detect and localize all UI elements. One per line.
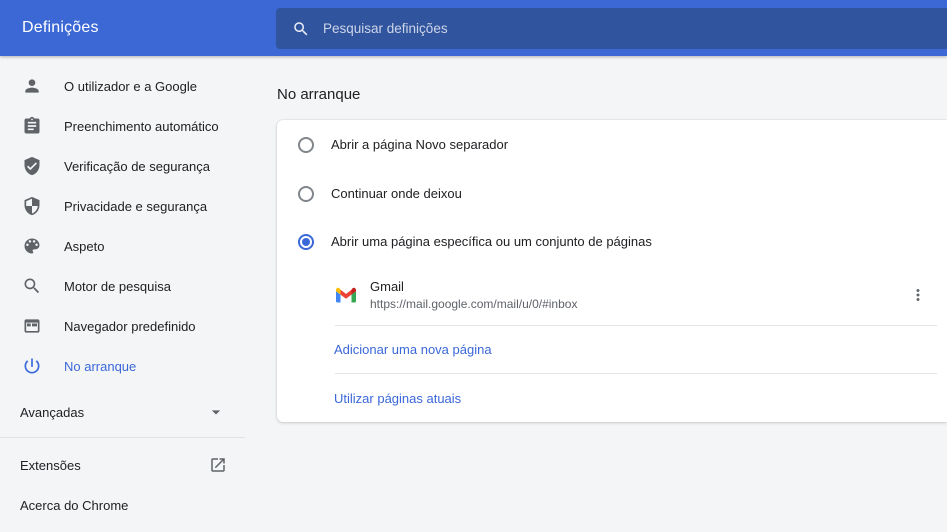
startup-option-new-tab[interactable]: Abrir a página Novo separador bbox=[277, 120, 947, 169]
sidebar-item-label: No arranque bbox=[64, 359, 136, 374]
sidebar-item-label: Navegador predefinido bbox=[64, 319, 196, 334]
settings-content: No arranque Abrir a página Novo separado… bbox=[245, 56, 947, 532]
radio-button-selected[interactable] bbox=[298, 234, 314, 250]
person-icon bbox=[22, 76, 42, 96]
external-link-icon bbox=[209, 456, 227, 474]
sidebar-item-extensions[interactable]: Extensões bbox=[0, 445, 245, 485]
browser-icon bbox=[22, 316, 42, 336]
sidebar-item-label: Motor de pesquisa bbox=[64, 279, 171, 294]
gmail-icon bbox=[336, 285, 356, 305]
sidebar-item-label: O utilizador e a Google bbox=[64, 79, 197, 94]
radio-button[interactable] bbox=[298, 186, 314, 202]
sidebar-item-privacy[interactable]: Privacidade e segurança bbox=[0, 186, 245, 226]
settings-search[interactable] bbox=[276, 8, 947, 49]
sidebar-item-about-chrome[interactable]: Acerca do Chrome bbox=[0, 485, 245, 525]
radio-label: Abrir a página Novo separador bbox=[331, 137, 508, 152]
shield-check-icon bbox=[22, 156, 42, 176]
sidebar-about-label: Acerca do Chrome bbox=[20, 498, 128, 513]
startup-page-url: https://mail.google.com/mail/u/0/#inbox bbox=[370, 297, 906, 311]
more-vert-icon bbox=[909, 286, 927, 304]
settings-sidebar: O utilizador e a Google Preenchimento au… bbox=[0, 56, 245, 532]
on-startup-card: Abrir a página Novo separador Continuar … bbox=[277, 120, 947, 422]
sidebar-item-search-engine[interactable]: Motor de pesquisa bbox=[0, 266, 245, 306]
palette-icon bbox=[22, 236, 42, 256]
sidebar-item-label: Verificação de segurança bbox=[64, 159, 210, 174]
radio-button[interactable] bbox=[298, 137, 314, 153]
startup-page-name: Gmail bbox=[370, 279, 906, 294]
clipboard-icon bbox=[22, 116, 42, 136]
startup-page-row[interactable]: Gmail https://mail.google.com/mail/u/0/#… bbox=[277, 265, 947, 325]
sidebar-item-label: Preenchimento automático bbox=[64, 119, 219, 134]
sidebar-item-label: Aspeto bbox=[64, 239, 104, 254]
radio-label: Continuar onde deixou bbox=[331, 186, 462, 201]
settings-layout: O utilizador e a Google Preenchimento au… bbox=[0, 56, 947, 532]
section-title: No arranque bbox=[277, 86, 947, 104]
startup-page-info: Gmail https://mail.google.com/mail/u/0/#… bbox=[370, 279, 906, 311]
power-icon bbox=[22, 356, 42, 376]
sidebar-divider bbox=[0, 437, 245, 438]
settings-header: Definições bbox=[0, 0, 947, 56]
startup-option-continue[interactable]: Continuar onde deixou bbox=[277, 169, 947, 218]
sidebar-item-on-startup[interactable]: No arranque bbox=[0, 346, 245, 386]
sidebar-item-default-browser[interactable]: Navegador predefinido bbox=[0, 306, 245, 346]
chevron-down-icon bbox=[206, 402, 226, 422]
sidebar-advanced-toggle[interactable]: Avançadas bbox=[0, 392, 245, 432]
sidebar-item-appearance[interactable]: Aspeto bbox=[0, 226, 245, 266]
sidebar-item-safety-check[interactable]: Verificação de segurança bbox=[0, 146, 245, 186]
use-current-pages-button[interactable]: Utilizar páginas atuais bbox=[277, 374, 947, 422]
shield-icon bbox=[22, 196, 42, 216]
more-actions-button[interactable] bbox=[906, 283, 930, 307]
search-icon bbox=[22, 276, 42, 296]
startup-option-specific-pages[interactable]: Abrir uma página específica ou um conjun… bbox=[277, 218, 947, 265]
search-icon bbox=[292, 20, 310, 38]
sidebar-extensions-label: Extensões bbox=[20, 458, 81, 473]
sidebar-item-label: Privacidade e segurança bbox=[64, 199, 207, 214]
sidebar-advanced-label: Avançadas bbox=[20, 405, 84, 420]
sidebar-item-autofill[interactable]: Preenchimento automático bbox=[0, 106, 245, 146]
search-input[interactable] bbox=[323, 21, 947, 36]
sidebar-item-you-and-google[interactable]: O utilizador e a Google bbox=[0, 66, 245, 106]
radio-label: Abrir uma página específica ou um conjun… bbox=[331, 234, 652, 249]
add-new-page-button[interactable]: Adicionar uma nova página bbox=[277, 326, 947, 373]
page-title: Definições bbox=[22, 19, 99, 37]
